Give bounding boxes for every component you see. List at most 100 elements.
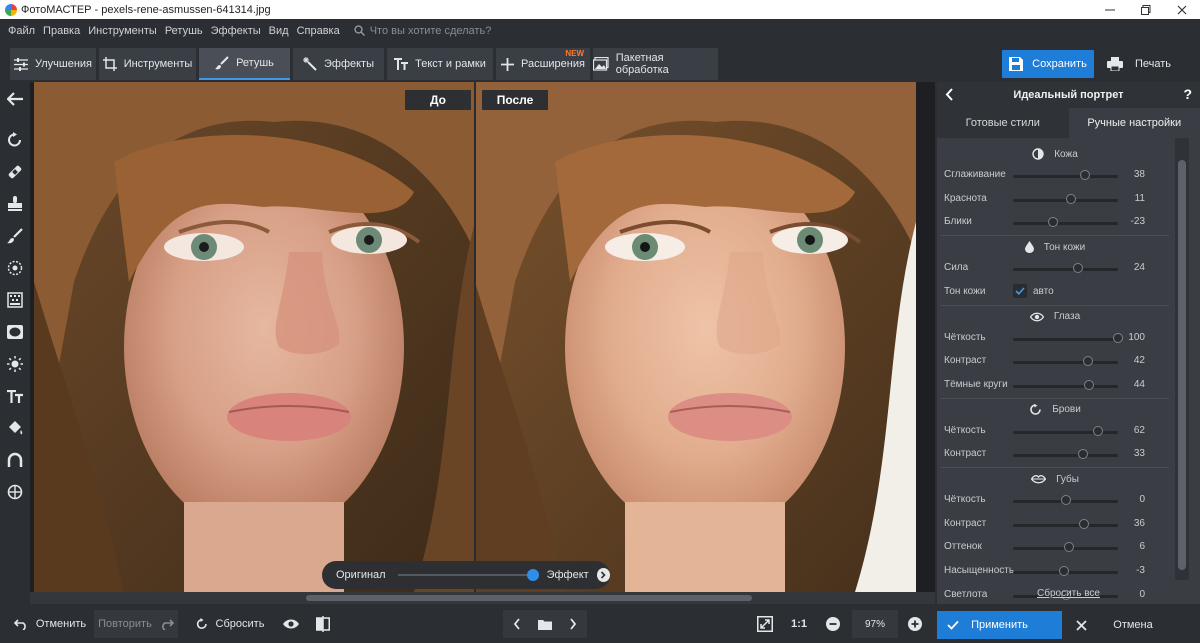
slider-value: 62 <box>1133 424 1145 436</box>
patch-icon[interactable] <box>6 163 24 181</box>
slider-track[interactable] <box>1013 384 1118 388</box>
slider-thumb[interactable] <box>1079 518 1090 529</box>
compare-button[interactable] <box>310 610 336 638</box>
tab-effects[interactable]: Эффекты <box>293 48 384 80</box>
panel-scroll-thumb[interactable] <box>1178 160 1186 570</box>
slider-thumb[interactable] <box>1080 170 1091 180</box>
tab-tools[interactable]: Инструменты <box>99 48 196 80</box>
split-divider[interactable] <box>474 82 476 592</box>
toggle-track[interactable] <box>397 569 539 581</box>
zoom-out-button[interactable] <box>822 610 844 638</box>
reset-all-link[interactable]: Сбросить все <box>1037 588 1100 599</box>
toggle-original-label[interactable]: Оригинал <box>336 569 386 581</box>
plus-circle-icon <box>908 617 922 631</box>
gradient-filter-icon[interactable] <box>6 291 24 309</box>
brush-tool-icon[interactable] <box>6 227 24 245</box>
toggle-effect-label[interactable]: Эффект <box>547 569 589 581</box>
light-icon[interactable] <box>6 355 24 373</box>
text-tool-icon[interactable] <box>6 387 24 405</box>
tab-batch-processing[interactable]: Пакетная обработка <box>593 48 718 80</box>
window-title: ФотоМАСТЕР - pexels-rene-asmussen-641314… <box>21 3 271 16</box>
tab-enhancements[interactable]: Улучшения <box>10 48 96 80</box>
slider-thumb[interactable] <box>1063 542 1074 553</box>
tab-retouch[interactable]: Ретушь <box>199 48 290 80</box>
slider-track[interactable] <box>1013 268 1118 272</box>
maximize-icon[interactable] <box>1128 0 1164 19</box>
fill-bucket-icon[interactable] <box>6 419 24 437</box>
brush-icon <box>215 56 229 70</box>
help-icon[interactable]: ? <box>1183 86 1192 102</box>
vignette-icon[interactable] <box>6 323 24 341</box>
slider-thumb[interactable] <box>1073 263 1084 274</box>
menu-file[interactable]: Файл <box>8 25 35 37</box>
section-header: Глаза <box>937 307 1173 327</box>
slider-thumb[interactable] <box>1066 193 1077 204</box>
zoom-in-button[interactable] <box>904 610 926 638</box>
slider-thumb[interactable] <box>1060 495 1071 505</box>
next-image-button[interactable] <box>559 610 587 638</box>
menu-view[interactable]: Вид <box>269 25 289 37</box>
redo-button[interactable]: Повторить <box>94 610 178 638</box>
slider-value: 42 <box>1133 355 1145 367</box>
globe-icon[interactable] <box>6 483 24 501</box>
tab-extensions[interactable]: Расширения NEW <box>496 48 590 80</box>
open-folder-button[interactable] <box>531 610 559 638</box>
menu-edit[interactable]: Правка <box>43 25 80 37</box>
panel-back-icon[interactable] <box>945 88 954 104</box>
toggle-knob[interactable] <box>526 569 539 581</box>
slider-thumb[interactable] <box>1083 379 1094 390</box>
lips-icon <box>1031 474 1051 484</box>
slider-track[interactable] <box>1013 523 1118 527</box>
stamp-icon[interactable] <box>6 195 24 213</box>
horizontal-scrollbar[interactable] <box>30 592 935 604</box>
undo-button[interactable]: Отменить <box>10 610 90 638</box>
minimize-icon[interactable] <box>1092 0 1128 19</box>
command-search[interactable]: Что вы хотите сделать? <box>354 25 491 37</box>
slider-track[interactable] <box>1013 337 1118 341</box>
chevron-right-icon[interactable] <box>596 568 610 582</box>
menu-tools[interactable]: Инструменты <box>88 25 157 37</box>
slider-row: Контраст 36 <box>937 515 1173 535</box>
fit-screen-button[interactable] <box>752 610 778 638</box>
tab-label: Инструменты <box>123 58 193 70</box>
slider-label: Чёткость <box>944 494 986 505</box>
print-button[interactable]: Печать <box>1104 50 1174 78</box>
slider-label: Сглаживание <box>944 169 1006 180</box>
prev-image-button[interactable] <box>503 610 531 638</box>
slider-row: Блики -23 <box>937 213 1173 233</box>
apply-button[interactable]: Применить <box>937 611 1062 639</box>
slider-label: Контраст <box>944 448 987 460</box>
menu-help[interactable]: Справка <box>297 25 340 37</box>
slider-track[interactable] <box>1013 454 1118 458</box>
slider-thumb[interactable] <box>1048 217 1059 228</box>
tab-text-frames[interactable]: Текст и рамки <box>387 48 493 80</box>
zoom-level-field[interactable]: 97% <box>852 610 898 638</box>
photo-canvas[interactable]: До После Оригинал Эффект <box>30 82 935 592</box>
preview-eye-button[interactable] <box>278 610 304 638</box>
tab-manual-settings[interactable]: Ручные настройки <box>1068 108 1200 138</box>
tab-ready-styles[interactable]: Готовые стили <box>937 108 1069 138</box>
panel-vertical-scrollbar[interactable] <box>1175 138 1189 580</box>
horizontal-scroll-thumb[interactable] <box>306 595 752 601</box>
back-arrow-icon[interactable] <box>6 90 24 108</box>
slider-track[interactable] <box>1013 222 1118 226</box>
close-window-icon[interactable] <box>1164 0 1200 19</box>
menu-effects[interactable]: Эффекты <box>211 25 261 37</box>
slider-value: 0 <box>1139 494 1145 505</box>
zoom-actual-size-button[interactable]: 1:1 <box>786 610 812 638</box>
radial-filter-icon[interactable] <box>6 259 24 277</box>
menu-retouch[interactable]: Ретушь <box>165 25 203 37</box>
save-button[interactable]: Сохранить <box>1002 50 1094 78</box>
curves-icon[interactable] <box>6 451 24 469</box>
slider-thumb[interactable] <box>1077 449 1088 460</box>
slider-thumb[interactable] <box>1058 566 1069 577</box>
rotate-icon[interactable] <box>6 131 24 149</box>
cancel-button[interactable]: Отмена <box>1068 611 1198 639</box>
auto-tone-checkbox[interactable] <box>1013 283 1027 298</box>
reset-button[interactable]: Сбросить <box>192 610 268 638</box>
slider-thumb[interactable] <box>1093 425 1104 436</box>
title-bar: ФотоМАСТЕР - pexels-rene-asmussen-641314… <box>0 0 1200 19</box>
slider-thumb[interactable] <box>1082 356 1093 367</box>
slider-track[interactable] <box>1013 175 1118 178</box>
slider-track[interactable] <box>1013 361 1118 365</box>
